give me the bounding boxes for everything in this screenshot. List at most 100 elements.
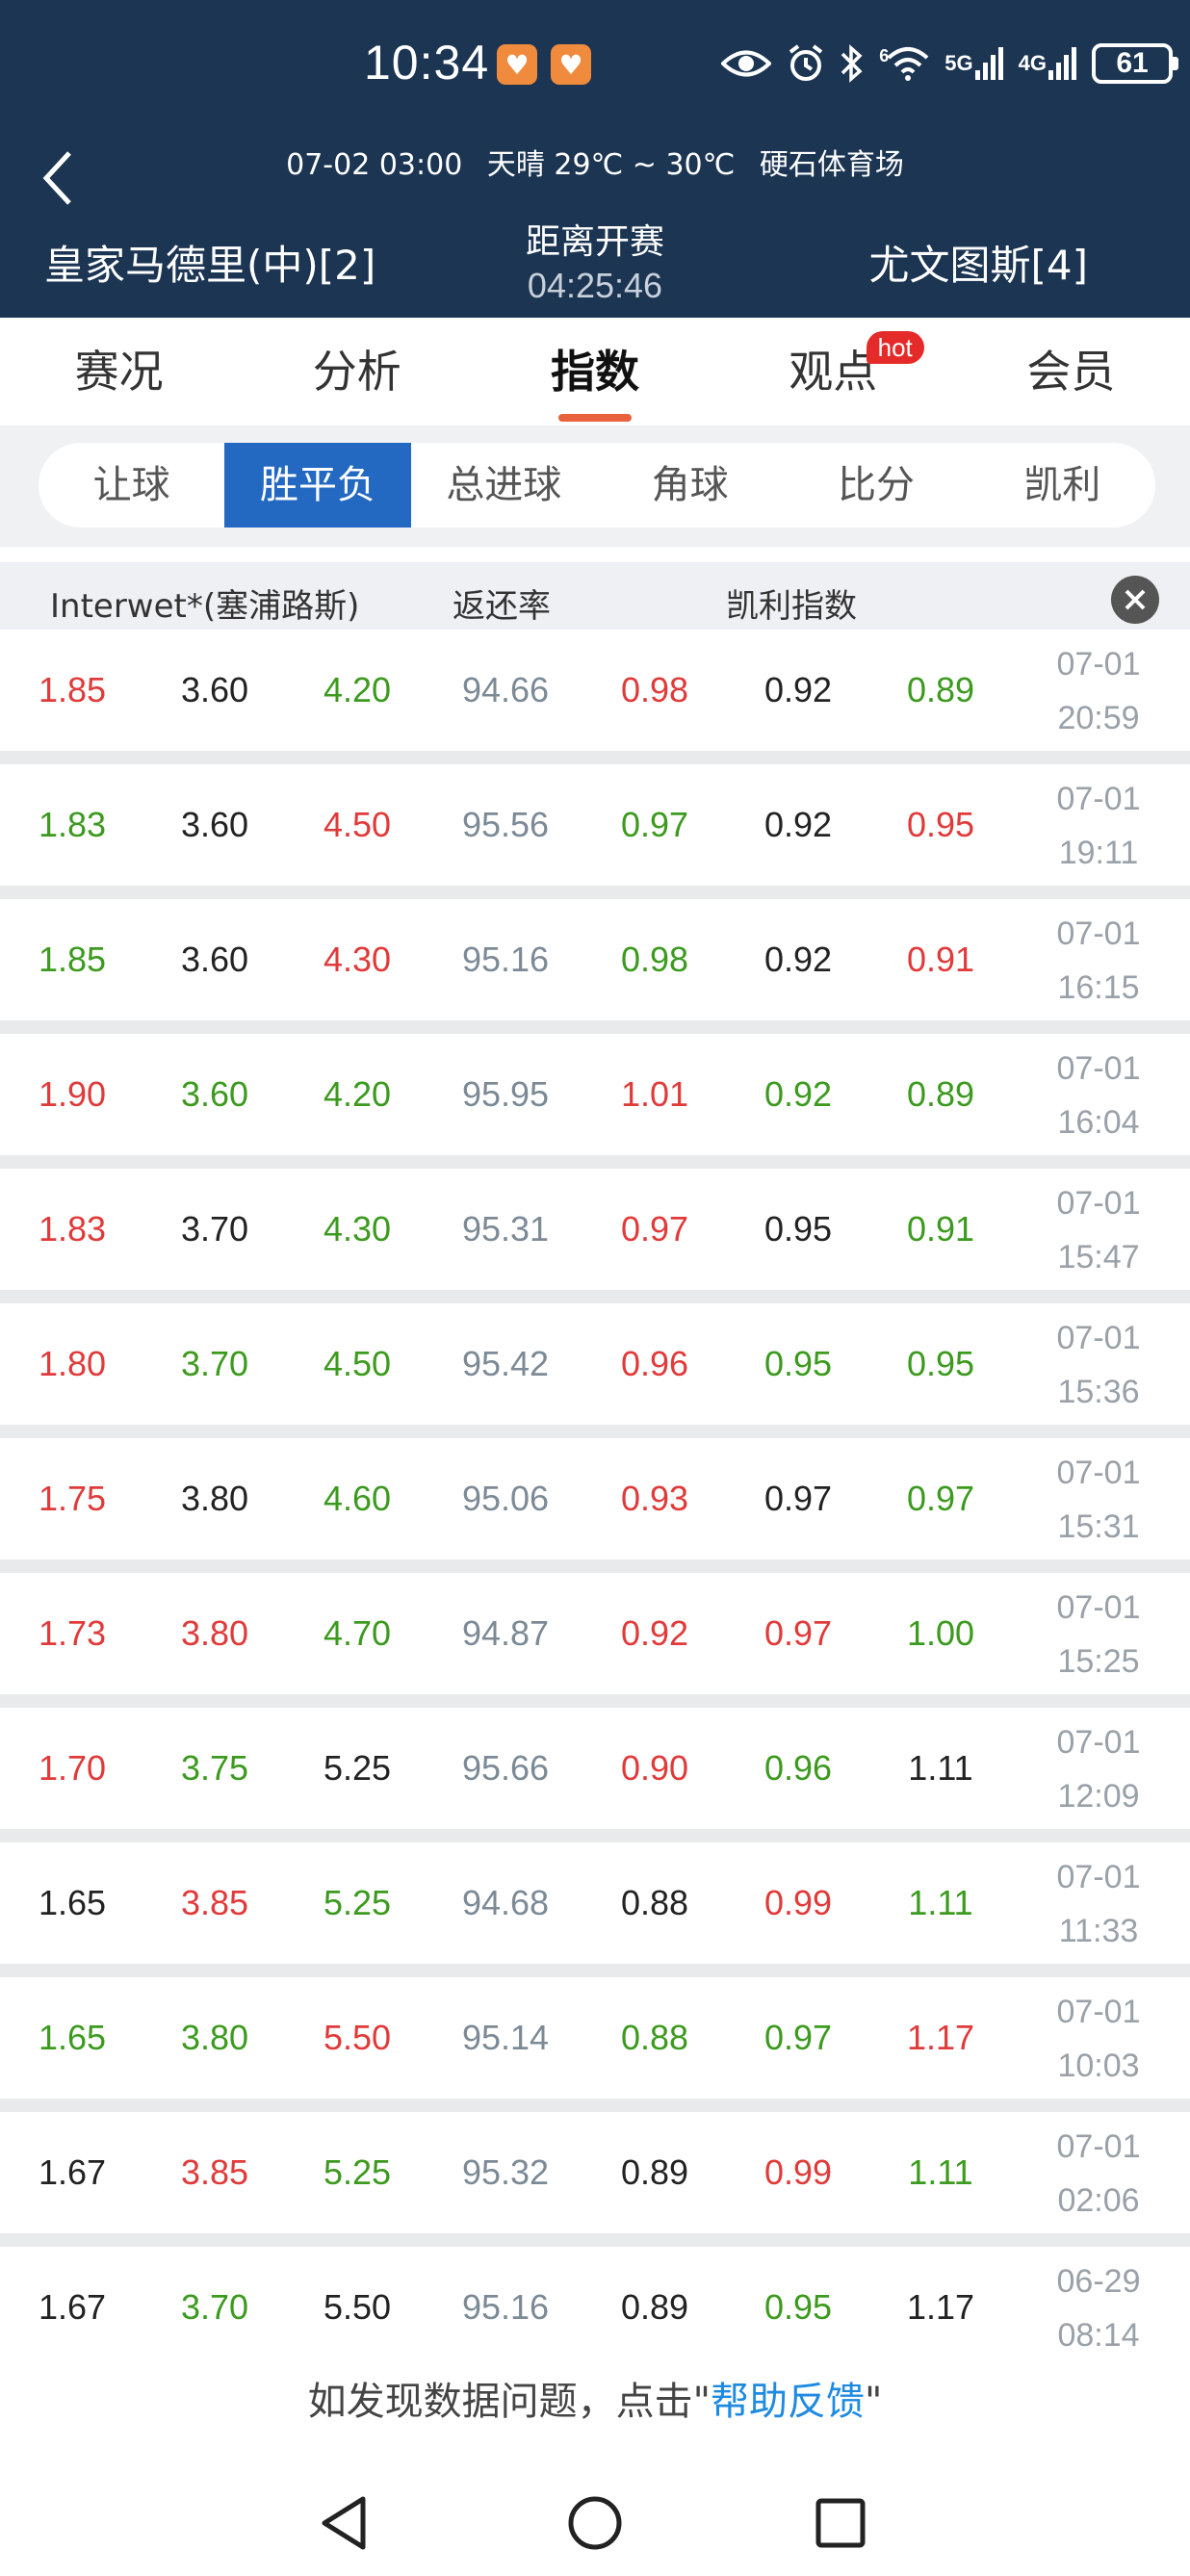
update-time-cell: 07-01 16:04: [1036, 1042, 1161, 1149]
subtab-total-goals[interactable]: 总进球: [411, 443, 597, 528]
return-rate-cell: 95.16: [461, 940, 550, 979]
help-feedback-link[interactable]: 帮助反馈: [711, 2380, 865, 2424]
square-recents-icon: [815, 2498, 866, 2548]
update-date: 07-01: [1056, 1994, 1141, 2030]
table-row[interactable]: 1.85 3.60 4.30 95.16 0.98 0.92 0.91 07-01 16:15: [0, 899, 1190, 1034]
table-row[interactable]: 1.80 3.70 4.50 95.42 0.96 0.95 0.95 07-01 15:36: [0, 1303, 1190, 1438]
kelly-draw-cell: 0.95: [763, 1209, 833, 1249]
nav-back-button[interactable]: [310, 2489, 377, 2557]
draw-odds-cell: 3.80: [180, 2018, 249, 2057]
table-row[interactable]: 1.67 3.85 5.25 95.32 0.89 0.99 1.11 07-01 02:06: [0, 2112, 1190, 2247]
sub-tabs: 让球 胜平负 总进球 角球 比分 凯利: [39, 443, 1155, 528]
table-row[interactable]: 1.83 3.70 4.30 95.31 0.97 0.95 0.91 07-01 15:47: [0, 1169, 1190, 1303]
update-time-cell: 07-01 15:25: [1036, 1581, 1161, 1688]
table-row[interactable]: 1.70 3.75 5.25 95.66 0.90 0.96 1.11 07-01 12:09: [0, 1708, 1190, 1842]
health-app-icon-2: ♥: [551, 44, 591, 85]
match-weather: 天晴 29℃ ~ 30℃: [486, 148, 736, 182]
update-date: 07-01: [1056, 1320, 1141, 1356]
subtab-score[interactable]: 比分: [783, 443, 969, 528]
tab-opinions[interactable]: 观点 hot: [714, 318, 952, 425]
subtab-kelly[interactable]: 凯利: [970, 443, 1155, 528]
return-rate-cell: 95.42: [461, 1344, 550, 1383]
update-time: 15:25: [1057, 1643, 1140, 1680]
table-row[interactable]: 1.83 3.60 4.50 95.56 0.97 0.92 0.95 07-01 19:11: [0, 764, 1190, 899]
return-rate-cell: 95.56: [461, 805, 550, 844]
close-button[interactable]: [1111, 576, 1159, 624]
main-tabs: 赛况 分析 指数 观点 hot 会员: [0, 318, 1190, 425]
update-time: 02:06: [1057, 2182, 1140, 2219]
tab-analysis[interactable]: 分析: [238, 318, 476, 425]
update-time-cell: 07-01 15:36: [1036, 1311, 1161, 1419]
kelly-loss-cell: 0.89: [906, 670, 975, 709]
win-odds-cell: 1.65: [38, 2018, 107, 2057]
table-row[interactable]: 1.73 3.80 4.70 94.87 0.92 0.97 1.00 07-01 15:25: [0, 1573, 1190, 1708]
kelly-draw-cell: 0.92: [763, 670, 833, 709]
update-time-cell: 07-01 12:09: [1036, 1715, 1161, 1823]
tab-odds[interactable]: 指数: [476, 318, 713, 425]
table-row[interactable]: 1.65 3.85 5.25 94.68 0.88 0.99 1.11 07-01 11:33: [0, 1842, 1190, 1977]
return-rate-cell: 95.31: [461, 1209, 550, 1249]
company-column-header: Interwet*(塞浦路斯): [50, 587, 360, 626]
kelly-loss-cell: 1.00: [906, 1613, 975, 1653]
win-odds-cell: 1.65: [38, 1883, 107, 1922]
tab-status[interactable]: 赛况: [0, 318, 238, 425]
tab-label: 赛况: [74, 346, 164, 398]
table-row[interactable]: 1.67 3.70 5.50 95.16 0.89 0.95 1.17 06-29 08:14: [0, 2247, 1190, 2382]
nav-recents-button[interactable]: [807, 2489, 874, 2557]
update-date: 07-01: [1056, 1185, 1141, 1222]
draw-odds-cell: 3.60: [180, 1074, 249, 1114]
kelly-draw-cell: 0.92: [763, 805, 833, 844]
draw-odds-cell: 3.70: [180, 1344, 249, 1383]
kelly-draw-cell: 0.95: [763, 1344, 833, 1383]
update-time-cell: 07-01 15:47: [1036, 1176, 1161, 1284]
loss-odds-cell: 4.20: [323, 670, 392, 709]
update-date: 07-01: [1056, 781, 1141, 817]
subtab-handicap[interactable]: 让球: [39, 443, 224, 528]
kelly-loss-cell: 0.95: [906, 805, 975, 844]
tab-label: 指数: [551, 346, 639, 398]
kelly-draw-cell: 0.97: [763, 2018, 833, 2057]
circle-home-icon: [568, 2496, 622, 2550]
kelly-draw-cell: 0.99: [763, 1883, 833, 1922]
wifi-icon: 6: [879, 46, 929, 81]
update-time: 12:09: [1057, 1778, 1140, 1815]
table-row[interactable]: 1.90 3.60 4.20 95.95 1.01 0.92 0.89 07-01 16:04: [0, 1034, 1190, 1169]
update-date: 07-01: [1056, 1859, 1141, 1895]
draw-odds-cell: 3.85: [180, 2152, 249, 2192]
update-time: 20:59: [1057, 700, 1140, 736]
loss-odds-cell: 4.30: [323, 1209, 392, 1249]
odds-table-header: Interwet*(塞浦路斯) 返还率 凯利指数: [0, 562, 1190, 630]
subtab-1x2[interactable]: 胜平负: [224, 443, 411, 528]
table-row[interactable]: 1.85 3.60 4.20 94.66 0.98 0.92 0.89 07-01 20:59: [0, 630, 1190, 764]
win-odds-cell: 1.85: [38, 670, 107, 709]
update-date: 06-29: [1056, 2263, 1141, 2300]
nav-home-button[interactable]: [561, 2489, 629, 2557]
return-rate-cell: 95.14: [461, 2018, 550, 2057]
return-rate-cell: 94.87: [461, 1613, 550, 1653]
subtab-corners[interactable]: 角球: [597, 443, 783, 528]
update-date: 07-01: [1056, 1050, 1141, 1087]
kelly-loss-cell: 1.17: [906, 2018, 975, 2057]
close-icon: [1125, 589, 1146, 610]
update-date: 07-01: [1056, 1724, 1141, 1761]
loss-odds-cell: 4.50: [323, 805, 392, 844]
kelly-win-cell: 0.89: [620, 2152, 689, 2192]
kelly-win-cell: 0.93: [620, 1479, 689, 1518]
away-team-name[interactable]: 尤文图斯[4]: [869, 233, 1089, 292]
table-row[interactable]: 1.65 3.80 5.50 95.14 0.88 0.97 1.17 07-01 10:03: [0, 1977, 1190, 2112]
kelly-loss-cell: 1.17: [906, 2287, 975, 2327]
tab-membership[interactable]: 会员: [952, 318, 1190, 425]
kelly-win-cell: 0.90: [620, 1748, 689, 1788]
update-time: 19:11: [1058, 835, 1139, 871]
draw-odds-cell: 3.85: [180, 1883, 249, 1922]
status-icons: 6 5G 4G 61: [721, 35, 1190, 92]
loss-odds-cell: 5.25: [323, 1883, 392, 1922]
draw-odds-cell: 3.75: [180, 1748, 249, 1788]
loss-odds-cell: 4.60: [323, 1479, 392, 1518]
win-odds-cell: 1.83: [38, 1209, 107, 1249]
kelly-loss-cell: 0.91: [906, 940, 975, 979]
kelly-loss-cell: 1.11: [908, 2152, 973, 2192]
update-time-cell: 07-01 16:15: [1036, 907, 1161, 1015]
update-time-cell: 07-01 11:33: [1036, 1850, 1161, 1958]
table-row[interactable]: 1.75 3.80 4.60 95.06 0.93 0.97 0.97 07-01 15:31: [0, 1438, 1190, 1573]
